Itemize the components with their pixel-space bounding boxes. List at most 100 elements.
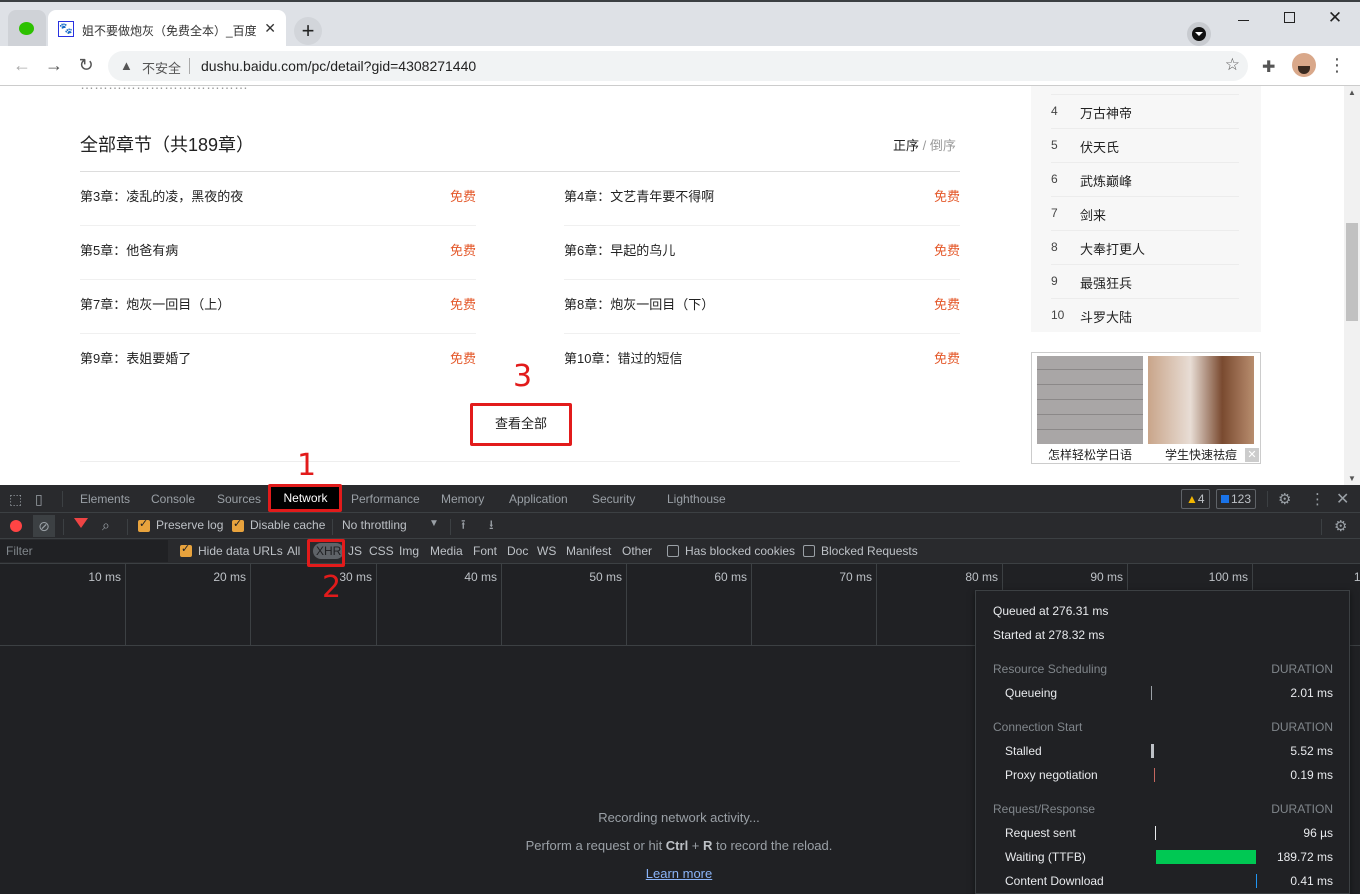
bookmark-star-icon[interactable]: ☆ <box>1225 55 1240 75</box>
devtools-tab-sources[interactable]: Sources <box>217 492 261 506</box>
preserve-log-checkbox[interactable] <box>138 517 150 532</box>
minimize-button[interactable] <box>1220 8 1266 28</box>
devtools-tab-performance[interactable]: Performance <box>351 492 420 506</box>
devtools-tab-elements[interactable]: Elements <box>80 492 130 506</box>
chapter-name[interactable]: 第9章：表姐要婚了 <box>80 348 191 367</box>
filter-type-all[interactable]: All <box>287 544 300 558</box>
ad-close-icon[interactable]: ✕ <box>1245 448 1259 462</box>
tab-wechat[interactable] <box>8 10 46 48</box>
ranking-item[interactable]: 8 大奉打更人 <box>1051 230 1239 264</box>
hide-data-urls-checkbox[interactable] <box>180 542 192 557</box>
ranking-item[interactable]: 10 斗罗大陆 <box>1051 298 1239 332</box>
filter-type-ws[interactable]: WS <box>537 544 556 558</box>
devtools-tab-console[interactable]: Console <box>151 492 195 506</box>
tab-search-button[interactable] <box>1187 22 1211 46</box>
chapter-name[interactable]: 第10章：错过的短信 <box>564 348 682 367</box>
export-har-icon[interactable]: ⭳ <box>489 516 494 538</box>
chapter-item[interactable]: 第5章：他爸有病 免费 <box>80 226 476 280</box>
chapter-item[interactable]: 第4章：文艺青年要不得啊 免费 <box>564 172 960 226</box>
ad-caption[interactable]: 怎样轻松学日语 <box>1037 446 1143 463</box>
scroll-up-arrow-icon[interactable]: ▲ <box>1348 88 1356 97</box>
filter-type-js[interactable]: JS <box>348 544 362 558</box>
disable-cache-label[interactable]: Disable cache <box>250 518 325 532</box>
learn-more-link[interactable]: Learn more <box>646 866 712 881</box>
messages-badge[interactable]: 123 <box>1216 489 1257 509</box>
chapter-name[interactable]: 第8章：炮灰一回目（下） <box>564 294 714 313</box>
sort-desc-link[interactable]: 倒序 <box>930 138 956 153</box>
rank-title[interactable]: 万古神帝 <box>1080 103 1132 122</box>
browser-menu-icon[interactable]: ⋮ <box>1328 54 1346 76</box>
inspect-element-icon[interactable]: ⬚ <box>9 491 22 508</box>
filter-input[interactable] <box>0 540 168 562</box>
rank-title[interactable]: 剑来 <box>1080 205 1106 224</box>
chapter-item[interactable]: 第8章：炮灰一回目（下） 免费 <box>564 280 960 334</box>
has-blocked-cookies-label[interactable]: Has blocked cookies <box>685 544 795 558</box>
filter-type-manifest[interactable]: Manifest <box>566 544 611 558</box>
reload-button[interactable]: ↻ <box>74 54 98 78</box>
chapter-item[interactable]: 第10章：错过的短信 免费 <box>564 334 960 388</box>
rank-title[interactable]: 伏天氏 <box>1080 137 1119 156</box>
preserve-log-label[interactable]: Preserve log <box>156 518 223 532</box>
ranking-item[interactable]: 9 最强狂兵 <box>1051 264 1239 298</box>
scroll-down-arrow-icon[interactable]: ▼ <box>1348 474 1356 483</box>
chapter-name[interactable]: 第5章：他爸有病 <box>80 240 178 259</box>
device-toolbar-icon[interactable]: ▯ <box>35 491 43 508</box>
ad-image-japanese[interactable] <box>1037 356 1143 444</box>
devtools-tab-lighthouse[interactable]: Lighthouse <box>667 492 726 506</box>
clear-icon[interactable]: ⊘ <box>33 515 55 537</box>
filter-type-font[interactable]: Font <box>473 544 497 558</box>
chapter-name[interactable]: 第3章：凌乱的凌，黑夜的夜 <box>80 186 243 205</box>
devtools-tab-application[interactable]: Application <box>509 492 568 506</box>
warning-icon[interactable]: ▲ <box>120 58 133 73</box>
tab-active[interactable]: 🐾 姐不要做炮灰（免费全本）_百度 ✕ <box>48 10 286 48</box>
dropdown-arrow-icon[interactable]: ▼ <box>429 518 439 529</box>
devtools-close-icon[interactable]: ✕ <box>1336 489 1349 509</box>
chapter-name[interactable]: 第7章：炮灰一回目（上） <box>80 294 230 313</box>
blocked-requests-label[interactable]: Blocked Requests <box>821 544 918 558</box>
new-tab-button[interactable]: + <box>294 17 322 45</box>
profile-avatar[interactable] <box>1292 53 1316 77</box>
rank-title[interactable]: 武炼巅峰 <box>1080 171 1132 190</box>
rank-title[interactable]: 斗罗大陆 <box>1080 307 1132 326</box>
chapter-item[interactable]: 第3章：凌乱的凌，黑夜的夜 免费 <box>80 172 476 226</box>
chapter-name[interactable]: 第4章：文艺青年要不得啊 <box>564 186 714 205</box>
forward-button[interactable]: → <box>42 54 66 78</box>
ad-caption[interactable]: 学生快速祛痘 <box>1148 446 1254 463</box>
rank-title[interactable]: 大奉打更人 <box>1080 239 1145 258</box>
ranking-item[interactable]: 6 武炼巅峰 <box>1051 162 1239 196</box>
chapter-name[interactable]: 第6章：早起的鸟儿 <box>564 240 675 259</box>
record-button[interactable] <box>10 520 22 532</box>
ranking-item[interactable]: 5 伏天氏 <box>1051 128 1239 162</box>
blocked-requests-checkbox[interactable] <box>803 545 815 557</box>
security-label[interactable]: 不安全 <box>142 58 181 77</box>
has-blocked-cookies-checkbox[interactable] <box>667 545 679 557</box>
ranking-item[interactable]: 7 剑来 <box>1051 196 1239 230</box>
tab-close-icon[interactable]: ✕ <box>264 20 276 37</box>
ad-image-acne[interactable] <box>1148 356 1254 444</box>
chapter-item[interactable]: 第6章：早起的鸟儿 免费 <box>564 226 960 280</box>
throttling-select[interactable]: No throttling <box>342 518 407 532</box>
window-close-button[interactable]: ✕ <box>1312 8 1358 28</box>
search-icon[interactable]: ⌕ <box>102 517 110 534</box>
hide-data-urls-label[interactable]: Hide data URLs <box>198 544 283 558</box>
address-bar[interactable]: ▲ 不安全 dushu.baidu.com/pc/detail?gid=4308… <box>108 51 1248 81</box>
disable-cache-checkbox[interactable] <box>232 517 244 532</box>
devtools-tab-security[interactable]: Security <box>592 492 635 506</box>
filter-type-doc[interactable]: Doc <box>507 544 528 558</box>
filter-funnel-icon[interactable] <box>74 518 88 528</box>
filter-type-other[interactable]: Other <box>622 544 652 558</box>
filter-type-img[interactable]: Img <box>399 544 419 558</box>
maximize-button[interactable] <box>1266 8 1312 28</box>
devtools-menu-icon[interactable]: ⋮ <box>1310 490 1325 508</box>
sort-asc-link[interactable]: 正序 <box>893 138 919 153</box>
filter-type-media[interactable]: Media <box>430 544 463 558</box>
ranking-item[interactable]: 4 万古神帝 <box>1051 94 1239 128</box>
import-har-icon[interactable]: ⭱ <box>461 516 466 538</box>
extensions-puzzle-icon[interactable]: ✚ <box>1262 57 1275 77</box>
network-settings-gear-icon[interactable]: ⚙ <box>1334 517 1347 535</box>
ad-banner[interactable]: 怎样轻松学日语 学生快速祛痘 ✕ <box>1031 352 1261 464</box>
chapter-item[interactable]: 第9章：表姐要婚了 免费 <box>80 334 476 388</box>
settings-gear-icon[interactable]: ⚙ <box>1278 490 1291 508</box>
filter-type-css[interactable]: CSS <box>369 544 394 558</box>
rank-title[interactable]: 最强狂兵 <box>1080 273 1132 292</box>
